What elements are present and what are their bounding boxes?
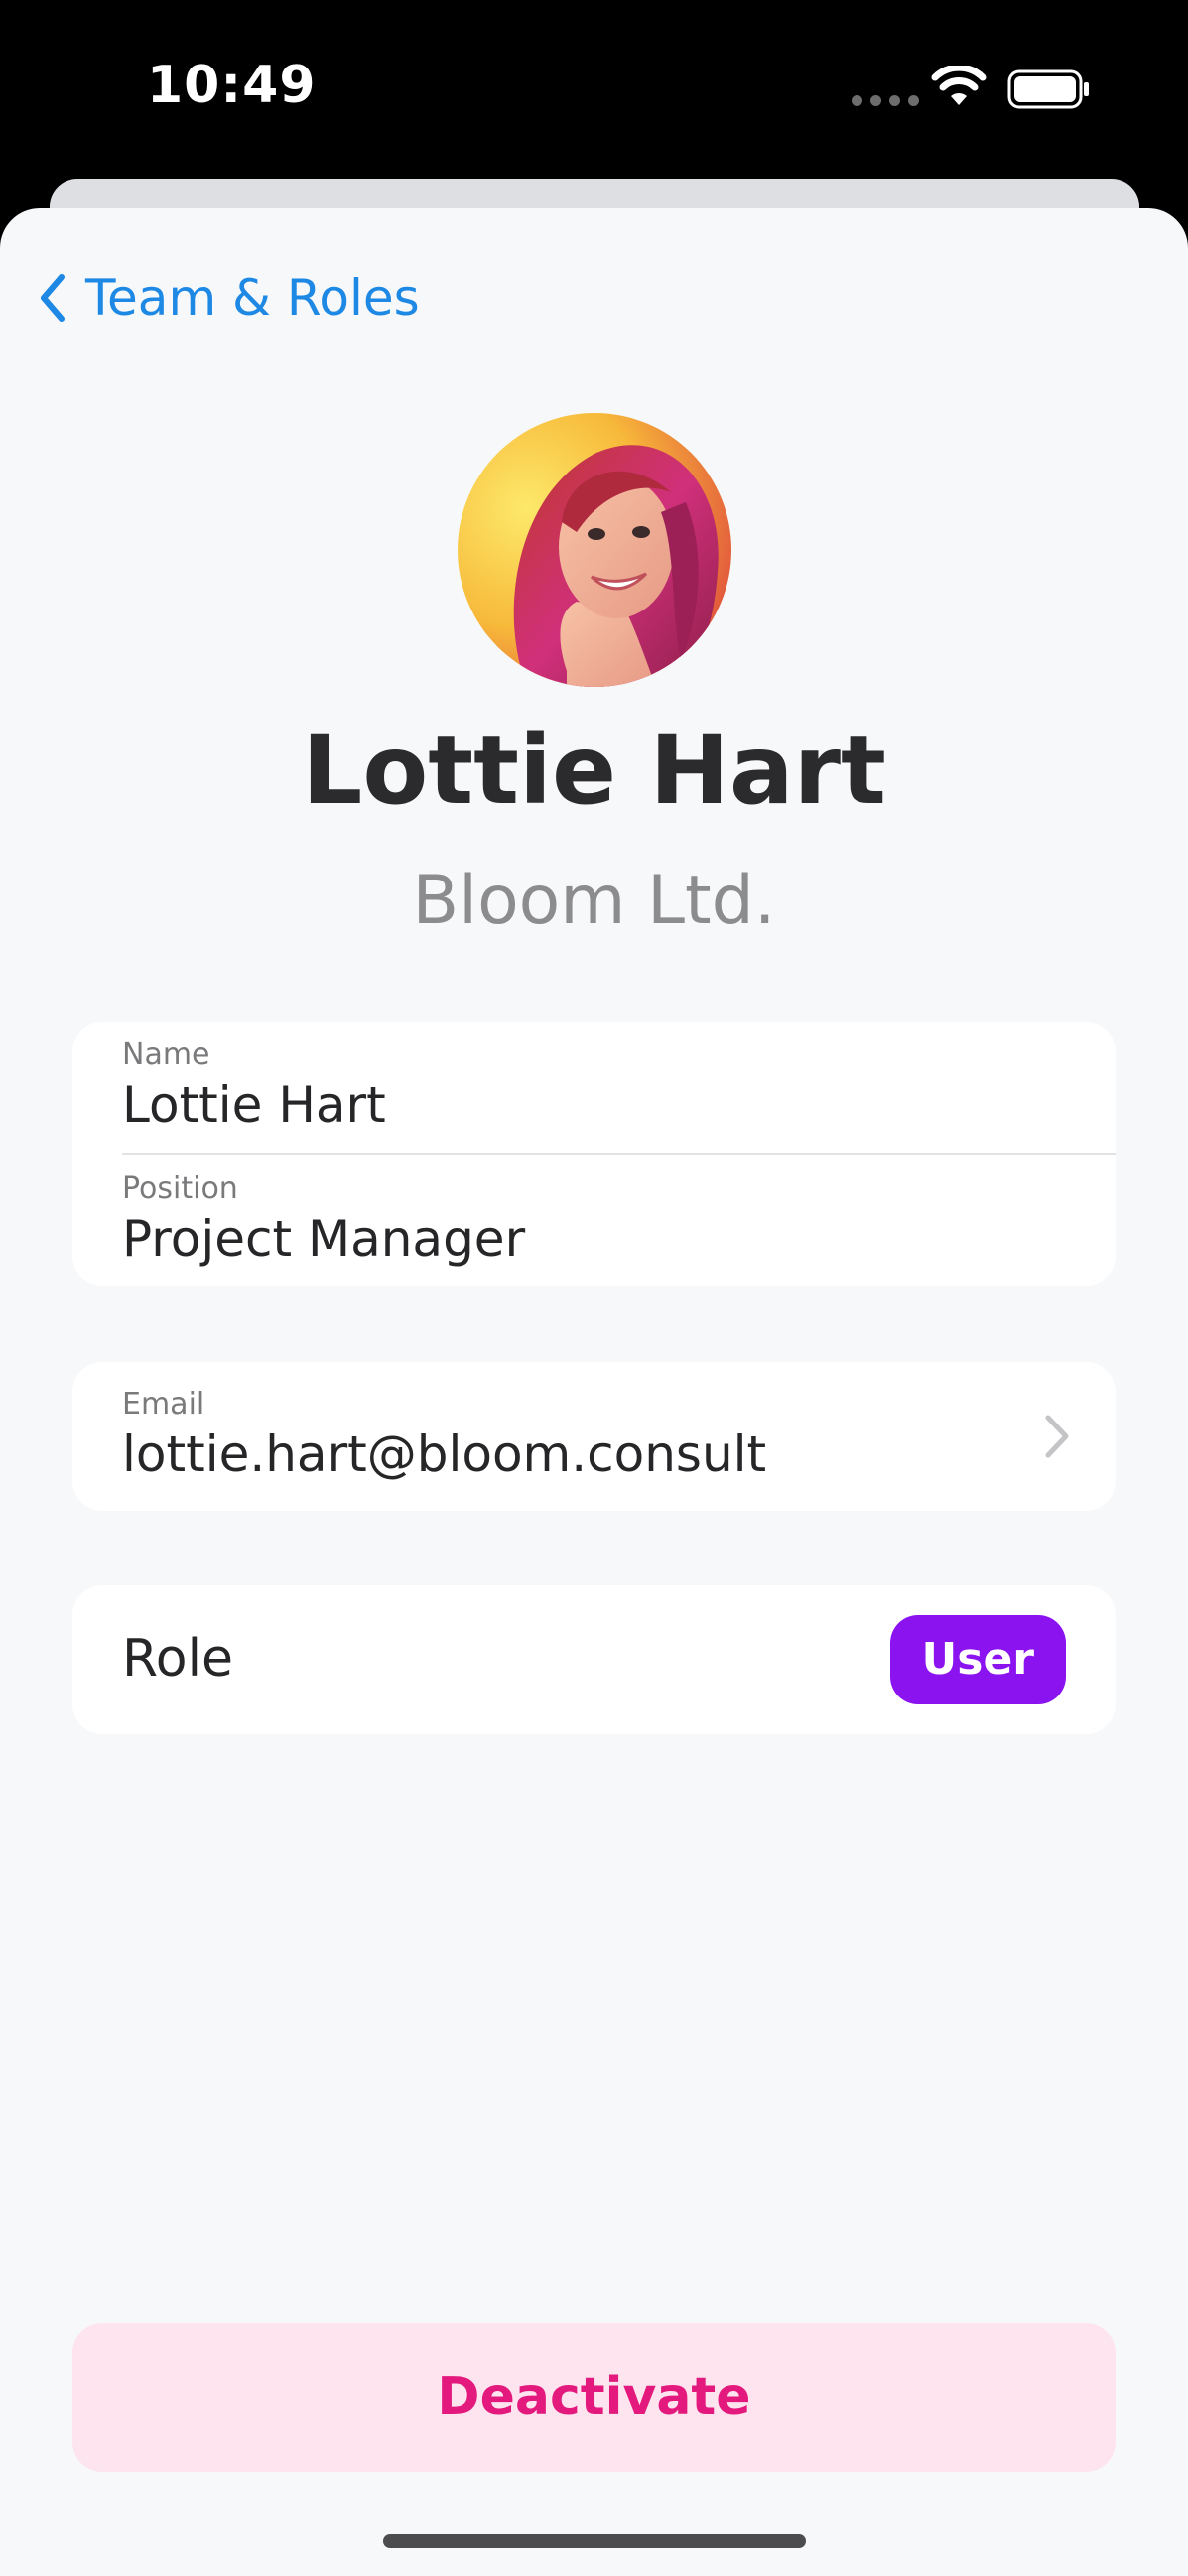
name-field[interactable]: Name Lottie Hart	[122, 1037, 1066, 1134]
status-bar: 10:49	[0, 0, 1188, 174]
wifi-icon	[931, 66, 987, 105]
avatar	[458, 413, 731, 687]
divider	[122, 1153, 1116, 1155]
battery-icon	[1007, 69, 1089, 109]
role-badge[interactable]: User	[889, 1615, 1066, 1704]
name-label: Name	[122, 1037, 210, 1072]
profile-company: Bloom Ltd.	[412, 862, 776, 940]
role-row: Role User	[72, 1585, 1116, 1734]
position-label: Position	[122, 1171, 238, 1206]
signal-dots-icon	[852, 95, 919, 106]
email-value: lottie.hart@bloom.consult	[122, 1425, 767, 1483]
screen: 10:49 Team & Roles Lottie Hart Bloom Ltd…	[0, 0, 1188, 2576]
back-button[interactable]: Team & Roles	[38, 263, 420, 333]
email-row[interactable]: Email lottie.hart@bloom.consult	[72, 1362, 1116, 1511]
back-label: Team & Roles	[85, 269, 420, 327]
email-field: Email lottie.hart@bloom.consult	[122, 1387, 1066, 1483]
position-value: Project Manager	[122, 1210, 526, 1268]
status-time: 10:49	[147, 56, 317, 115]
home-indicator[interactable]	[383, 2534, 806, 2548]
email-label: Email	[122, 1387, 205, 1422]
chevron-right-icon	[1045, 1415, 1069, 1458]
profile-name: Lottie Hart	[302, 715, 886, 826]
name-value: Lottie Hart	[122, 1076, 386, 1134]
info-card: Name Lottie Hart Position Project Manage…	[72, 1022, 1116, 1286]
chevron-left-icon	[41, 274, 65, 322]
position-field[interactable]: Position Project Manager	[122, 1171, 1066, 1268]
deactivate-button[interactable]: Deactivate	[72, 2323, 1116, 2472]
role-label: Role	[122, 1629, 234, 1689]
